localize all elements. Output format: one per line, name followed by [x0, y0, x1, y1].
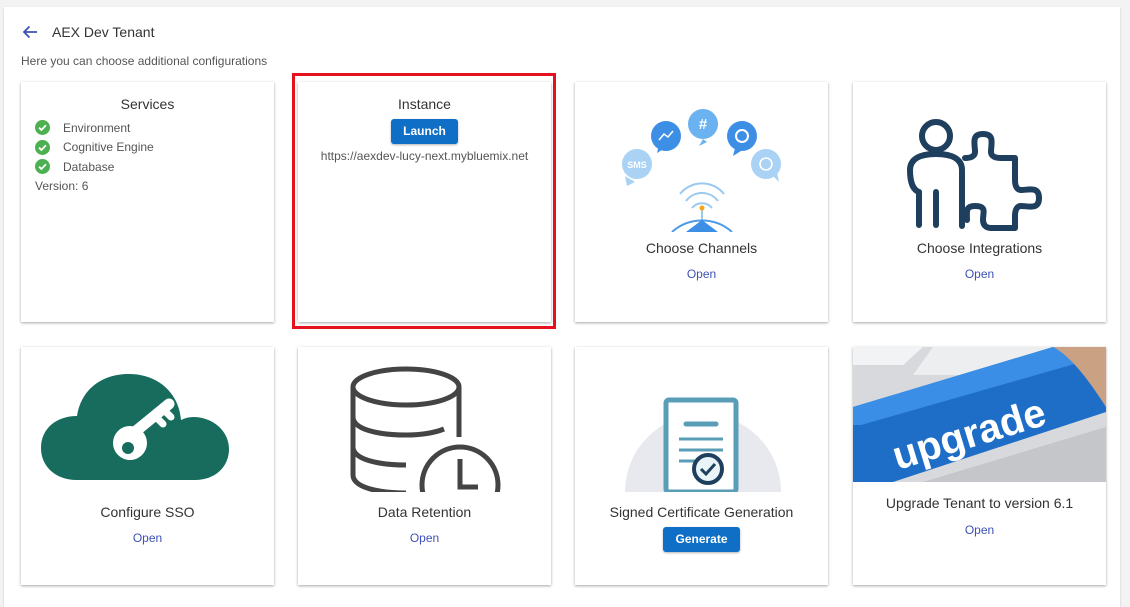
generate-button[interactable]: Generate	[663, 527, 740, 552]
upgrade-keyboard-image: upgrade	[853, 347, 1106, 482]
upgrade-card[interactable]: upgrade Upgrade Tenant to version 6.1 Op…	[853, 347, 1106, 585]
service-cognitive-engine: Cognitive Engine	[35, 138, 274, 158]
cloud-key-icon	[41, 374, 229, 480]
services-list: Environment Cognitive Engine Database Ve…	[21, 118, 274, 193]
database-clock-icon	[350, 366, 501, 492]
integrations-open-link[interactable]: Open	[965, 267, 994, 281]
back-arrow-icon[interactable]	[20, 22, 40, 42]
service-label: Database	[63, 159, 115, 174]
check-circle-icon	[35, 159, 50, 175]
upgrade-title: Upgrade Tenant to version 6.1	[885, 495, 1074, 511]
services-title: Services	[120, 96, 175, 112]
check-circle-icon	[35, 120, 50, 136]
instance-card: Instance Launch https://aexdev-lucy-next…	[298, 82, 551, 322]
channels-open-link[interactable]: Open	[687, 267, 716, 281]
retention-card[interactable]: Data Retention Open	[298, 347, 551, 585]
services-card: Services Environment Cognitive Engine Da…	[21, 82, 274, 322]
instance-title: Instance	[398, 96, 451, 112]
channels-icon: SMS #	[622, 109, 781, 232]
service-database: Database	[35, 157, 274, 177]
channels-title: Choose Channels	[645, 240, 758, 256]
service-environment: Environment	[35, 118, 274, 138]
integrations-title: Choose Integrations	[916, 240, 1043, 256]
service-label: Environment	[63, 120, 131, 135]
certificate-title: Signed Certificate Generation	[609, 504, 794, 520]
page-subtitle: Here you can choose additional configura…	[21, 54, 268, 68]
upgrade-open-link[interactable]: Open	[965, 523, 994, 537]
retention-open-link[interactable]: Open	[410, 531, 439, 545]
channels-card[interactable]: SMS # Choose Channels Open	[575, 82, 828, 322]
certificate-icon	[625, 397, 781, 492]
sso-card[interactable]: Configure SSO Open	[21, 347, 274, 585]
retention-title: Data Retention	[377, 504, 472, 520]
sms-label: SMS	[627, 160, 647, 170]
sso-title: Configure SSO	[100, 504, 195, 520]
check-circle-icon	[35, 139, 50, 155]
sso-open-link[interactable]: Open	[133, 531, 162, 545]
page-header: AEX Dev Tenant	[20, 22, 154, 42]
integrations-icon	[907, 119, 1042, 231]
certificate-card: Signed Certificate Generation Generate	[575, 347, 828, 585]
page-title: AEX Dev Tenant	[52, 24, 155, 40]
service-label: Cognitive Engine	[63, 140, 154, 155]
services-version: Version: 6	[35, 178, 89, 193]
integrations-card[interactable]: Choose Integrations Open	[853, 82, 1106, 322]
launch-button[interactable]: Launch	[391, 119, 458, 144]
hash-label: #	[699, 116, 708, 133]
instance-url: https://aexdev-lucy-next.mybluemix.net	[320, 149, 529, 163]
